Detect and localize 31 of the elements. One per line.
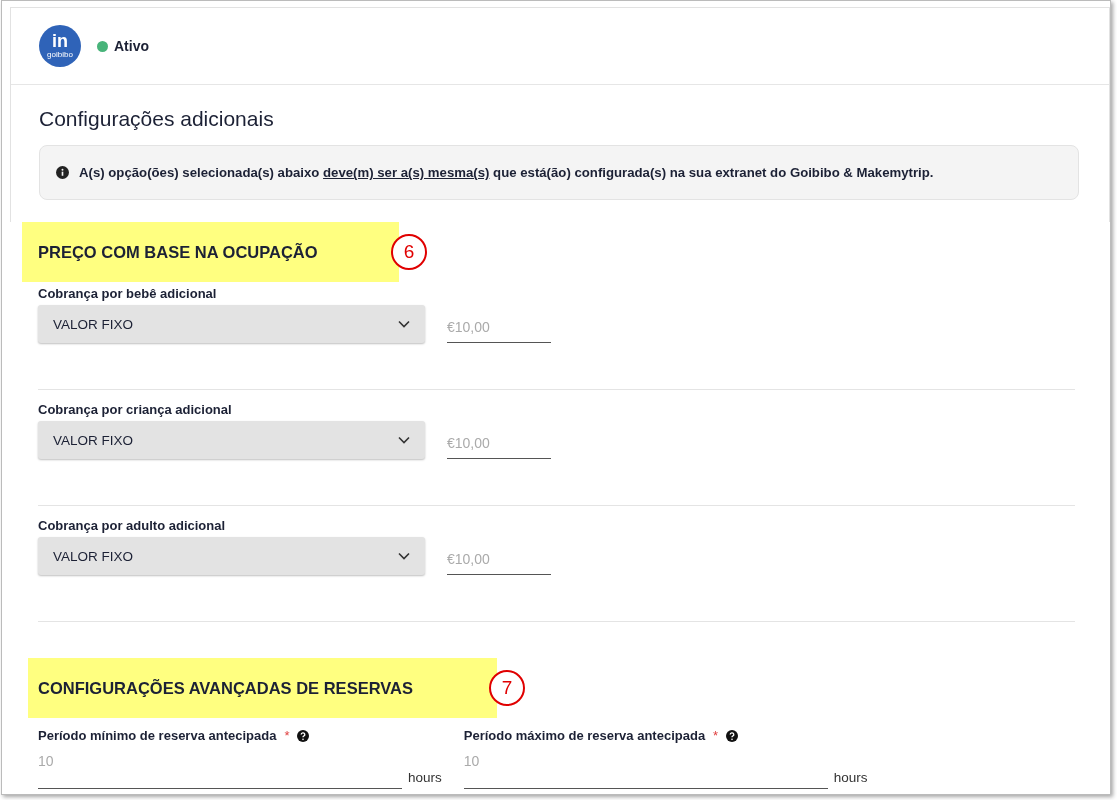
period-field[interactable]: 10 [463,747,828,789]
amount-field[interactable]: €10,00 [447,544,551,575]
brand-logo: in goibibo [39,25,81,67]
help-icon [297,729,310,742]
chevron-down-icon [398,320,410,328]
field-label: Cobrança por adulto adicional [38,518,227,533]
unit-label: hours [833,770,868,787]
required-mark: * [284,728,290,743]
select-dropdown[interactable]: VALOR FIXO [38,305,425,343]
callout-number: 7 [489,670,525,706]
field-label: Período mínimo de reserva antecipada [38,728,277,743]
field-label: Período máximo de reserva antecipada [463,728,706,743]
section-heading: PREÇO COM BASE NA OCUPAÇÃO [38,242,318,262]
period-field[interactable]: 10 [38,747,402,789]
status-label: Ativo [114,38,149,54]
section-title: Configurações adicionais [39,107,275,131]
chevron-down-icon [398,552,410,560]
help-icon [726,729,739,742]
amount-field[interactable]: €10,00 [447,312,551,343]
chevron-down-icon [398,436,410,444]
required-mark: * [713,728,719,743]
select-dropdown[interactable]: VALOR FIXO [38,421,425,459]
amount-field[interactable]: €10,00 [447,428,551,459]
callout-number: 6 [391,234,427,270]
unit-label: hours [408,770,442,787]
select-dropdown[interactable]: VALOR FIXO [38,537,425,575]
info-icon [56,166,69,179]
section-heading: CONFIGURAÇÕES AVANÇADAS DE RESERVAS [38,678,413,698]
notice-text: A(s) opção(ões) selecionada(s) abaixo deve(m) ser a(s) mesma(s) que está(ão) configurada(s) na sua extranet do Goibibo & Makemytrip. [79,165,934,180]
field-label: Cobrança por criança adicional [38,402,233,417]
field-label: Cobrança por bebê adicional [38,286,218,301]
